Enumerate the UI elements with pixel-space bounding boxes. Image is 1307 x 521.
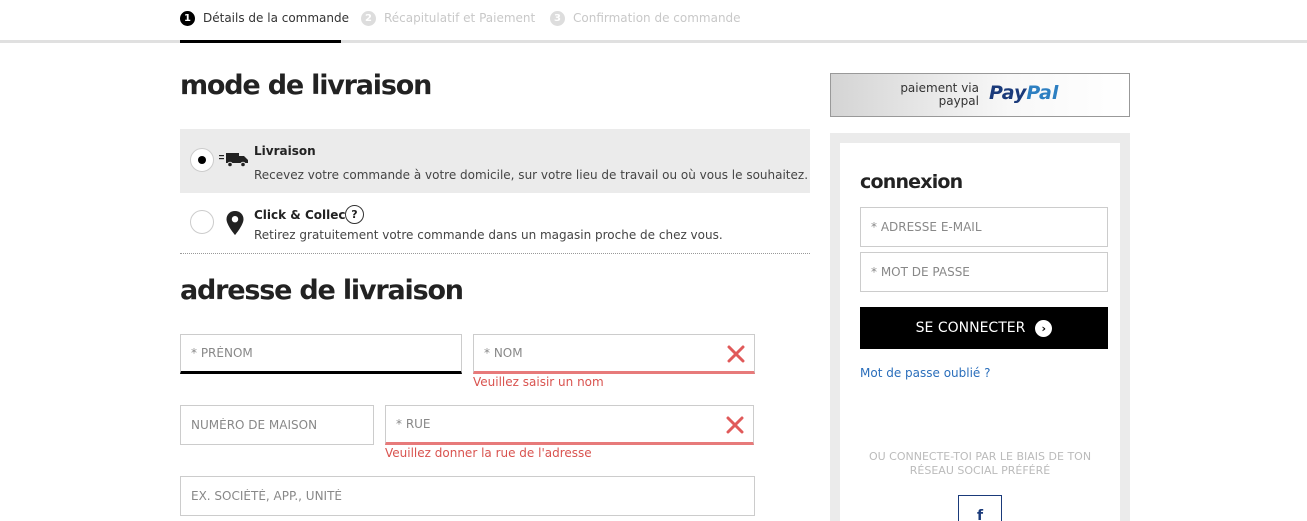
email-field[interactable] [860, 207, 1108, 247]
paypal-button[interactable]: paiement via paypal PayPal [830, 73, 1130, 117]
password-input[interactable] [861, 253, 1107, 291]
last-name-field[interactable] [473, 334, 755, 374]
house-number-input[interactable] [181, 406, 373, 444]
login-box: connexion SE CONNECTER › Mot de passe ou… [840, 143, 1120, 521]
street-error: Veuillez donner la rue de l'adresse [385, 446, 592, 460]
arrow-right-icon: › [1035, 319, 1053, 337]
step-label: Détails de la commande [203, 11, 350, 25]
house-number-field[interactable] [180, 405, 374, 445]
click-collect-title: Click & Collect [254, 208, 352, 222]
address-extra-input[interactable] [181, 477, 754, 515]
delivery-address-title: adresse de livraison [180, 275, 464, 306]
address-extra-field[interactable] [180, 476, 755, 516]
step-confirmation[interactable]: 3 Confirmation de commande [550, 9, 741, 27]
step-label: Confirmation de commande [573, 11, 741, 25]
first-name-input[interactable] [181, 335, 461, 371]
error-x-icon [727, 345, 745, 363]
step-order-details[interactable]: 1 Détails de la commande [180, 9, 349, 27]
paypal-logo-pay: Pay [989, 82, 1027, 104]
paypal-caption-line2: paypal [938, 94, 979, 108]
first-name-field[interactable] [180, 334, 462, 374]
forgot-password-link[interactable]: Mot de passe oublié ? [860, 366, 991, 380]
facebook-icon: f [976, 507, 984, 521]
step-number: 2 [361, 10, 376, 26]
delivery-option-description: Recevez votre commande à votre domicile,… [254, 168, 809, 182]
last-name-error: Veuillez saisir un nom [473, 375, 604, 389]
login-button-label: SE CONNECTER [915, 320, 1026, 336]
delivery-mode-title: mode de livraison [180, 70, 432, 101]
location-pin-icon [226, 211, 244, 235]
divider [180, 253, 810, 254]
paypal-logo: PayPal [989, 82, 1058, 104]
paypal-caption: paiement via paypal [891, 82, 979, 108]
step-number: 1 [180, 10, 195, 26]
click-collect-description: Retirez gratuitement votre commande dans… [254, 228, 723, 242]
login-button[interactable]: SE CONNECTER › [860, 307, 1108, 349]
step-number: 3 [550, 10, 565, 26]
help-icon[interactable]: ? [345, 205, 364, 224]
step-summary-payment[interactable]: 2 Récapitulatif et Paiement [361, 9, 535, 27]
street-input[interactable] [386, 406, 753, 442]
error-x-icon [726, 416, 744, 434]
checkout-steps: 1 Détails de la commande 2 Récapitulatif… [0, 0, 1307, 43]
street-field[interactable] [385, 405, 754, 445]
step-label: Récapitulatif et Paiement [384, 11, 536, 25]
delivery-option-home[interactable]: Livraison Recevez votre commande à votre… [180, 129, 810, 193]
password-field[interactable] [860, 252, 1108, 292]
facebook-login-button[interactable]: f [958, 495, 1002, 521]
paypal-logo-pal: Pal [1026, 82, 1059, 104]
delivery-option-title: Livraison [254, 144, 316, 158]
delivery-radio[interactable] [190, 148, 214, 172]
truck-icon [219, 152, 249, 168]
last-name-input[interactable] [474, 335, 754, 371]
delivery-option-click-collect[interactable]: Click & Collect ? Retirez gratuitement v… [180, 197, 810, 252]
email-input[interactable] [861, 208, 1107, 246]
social-login-text: OU CONNECTE-TOI PAR LE BIAIS DE TON RÉSE… [868, 450, 1092, 477]
click-collect-radio[interactable] [190, 210, 214, 234]
login-title: connexion [860, 171, 963, 193]
login-panel: connexion SE CONNECTER › Mot de passe ou… [830, 133, 1130, 521]
active-step-indicator [180, 40, 341, 43]
